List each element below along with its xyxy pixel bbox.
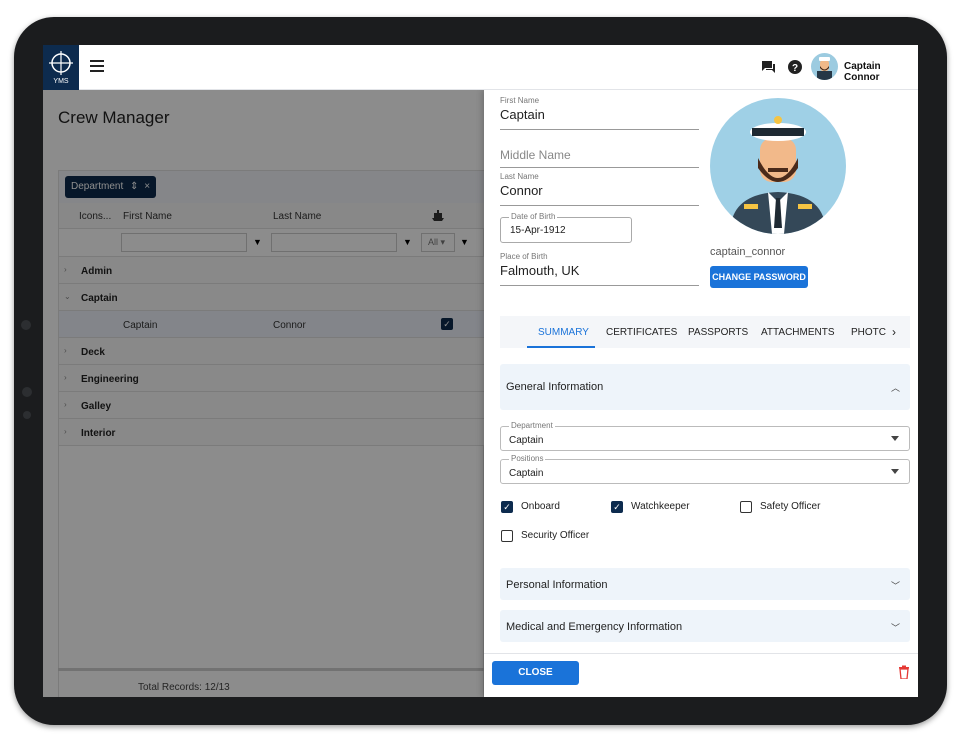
personal-info-section[interactable]: Personal Information ﹀ — [500, 568, 910, 600]
last-name-label: Last Name — [500, 172, 539, 181]
department-select[interactable]: Department Captain — [500, 421, 910, 451]
checkbox-label: Security Officer — [521, 530, 590, 541]
chevron-right-icon[interactable]: › — [892, 325, 896, 339]
active-tab-indicator — [527, 346, 595, 348]
dob-value: 15-Apr-1912 — [510, 225, 566, 236]
section-title: Medical and Emergency Information — [506, 621, 683, 633]
tab-photos[interactable]: PHOTC — [851, 327, 886, 338]
place-of-birth-field[interactable]: Place of Birth Falmouth, UK — [500, 252, 699, 286]
app-screen: YMS ? Captain Connor Crew Manager Depart — [43, 45, 918, 697]
menu-icon[interactable] — [90, 60, 104, 72]
checkbox-empty-icon[interactable] — [740, 501, 752, 513]
chevron-down-icon[interactable]: ﹀ — [891, 579, 900, 592]
positions-value: Captain — [509, 468, 544, 479]
positions-select[interactable]: Positions Captain — [500, 454, 910, 484]
top-bar: YMS ? Captain Connor — [43, 45, 918, 90]
dropdown-arrow-icon — [891, 469, 899, 474]
chevron-up-icon[interactable]: ︿ — [891, 381, 900, 394]
last-name-field[interactable]: Last Name Connor — [500, 172, 699, 206]
first-name-field[interactable]: First Name Captain — [500, 96, 699, 130]
checkbox-empty-icon[interactable] — [501, 530, 513, 542]
checkbox-checked-icon[interactable]: ✓ — [501, 501, 513, 513]
checkbox-label: Onboard — [521, 501, 560, 512]
department-label: Department — [509, 421, 555, 430]
help-icon[interactable]: ? — [787, 59, 803, 75]
positions-label: Positions — [509, 454, 546, 463]
trash-icon[interactable] — [898, 665, 910, 680]
section-title: Personal Information — [506, 579, 608, 591]
middle-name-field[interactable]: Middle Name — [500, 146, 699, 168]
app-logo[interactable]: YMS — [43, 45, 79, 90]
username: captain_connor — [710, 246, 786, 258]
first-name-label: First Name — [500, 96, 540, 105]
checkbox-label: Safety Officer — [760, 501, 821, 512]
section-title: General Information — [506, 381, 604, 393]
pob-value: Falmouth, UK — [500, 263, 580, 278]
close-button[interactable]: CLOSE — [492, 661, 579, 685]
tab-certificates[interactable]: CERTIFICATES — [606, 327, 677, 338]
first-name-value: Captain — [500, 107, 545, 122]
detail-tabs: SUMMARY CERTIFICATES PASSPORTS ATTACHMEN… — [500, 316, 910, 348]
department-value: Captain — [509, 435, 544, 446]
chat-icon[interactable] — [760, 59, 776, 75]
dropdown-arrow-icon — [891, 436, 899, 441]
middle-name-placeholder: Middle Name — [500, 148, 571, 162]
tab-attachments[interactable]: ATTACHMENTS — [761, 327, 835, 338]
profile-photo[interactable] — [710, 98, 846, 234]
date-of-birth-field[interactable]: Date of Birth 15-Apr-1912 — [500, 212, 632, 243]
tab-passports[interactable]: PASSPORTS — [688, 327, 748, 338]
pob-label: Place of Birth — [500, 252, 548, 261]
medical-info-section[interactable]: Medical and Emergency Information ﹀ — [500, 610, 910, 642]
checkbox-checked-icon[interactable]: ✓ — [611, 501, 623, 513]
change-password-button[interactable]: CHANGE PASSWORD — [710, 266, 808, 288]
user-avatar[interactable] — [811, 53, 838, 80]
side-button — [22, 387, 32, 397]
svg-text:YMS: YMS — [53, 78, 69, 85]
detail-footer: CLOSE — [484, 653, 918, 697]
crew-detail-panel: First Name Captain Middle Name Last Name… — [484, 90, 918, 697]
side-button — [21, 320, 31, 330]
general-info-section[interactable]: General Information ︿ — [500, 364, 910, 410]
dob-label: Date of Birth — [509, 212, 558, 221]
user-name[interactable]: Captain Connor — [844, 61, 918, 83]
last-name-value: Connor — [500, 183, 543, 198]
tab-summary[interactable]: SUMMARY — [538, 327, 589, 338]
checkbox-label: Watchkeeper — [631, 501, 690, 512]
svg-text:?: ? — [792, 63, 798, 74]
chevron-down-icon[interactable]: ﹀ — [891, 621, 900, 634]
side-button — [23, 411, 31, 419]
modal-backdrop[interactable] — [43, 90, 484, 697]
